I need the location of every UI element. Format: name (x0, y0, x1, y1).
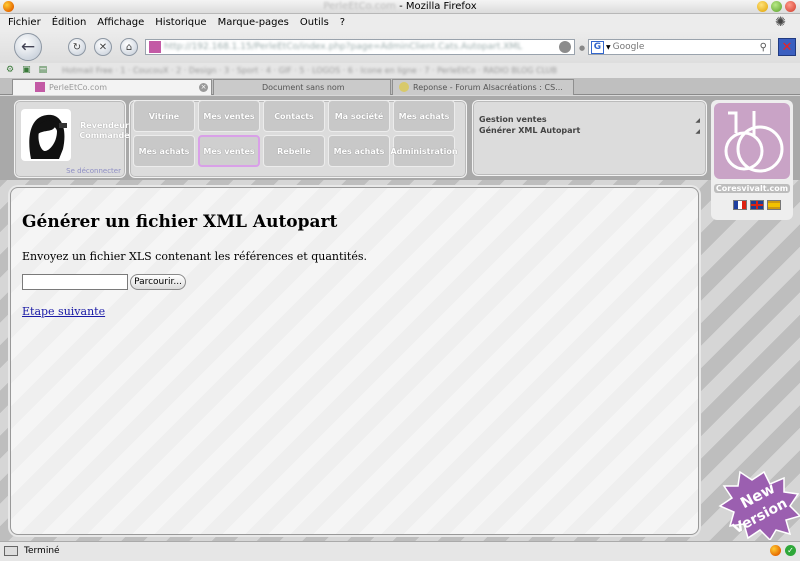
url-bar[interactable]: http://192.168.1.15/PerleEtCo/index.php?… (145, 39, 575, 55)
avatar (21, 109, 71, 161)
menu-fichier[interactable]: Fichier (8, 17, 41, 28)
bookmark-page-icon[interactable]: ▤ (39, 65, 48, 75)
stop-button[interactable]: ✕ (94, 38, 112, 56)
google-engine-icon[interactable]: G (591, 40, 604, 54)
firefox-icon (3, 1, 14, 12)
tab-close-icon[interactable]: × (199, 83, 208, 92)
page-title: Générer un fichier XML Autopart (22, 212, 338, 232)
submenu-panel: Gestion ventes ◢ Générer XML Autopart ◢ (472, 100, 707, 176)
tab-favicon-icon (399, 82, 409, 92)
menu-marque-pages[interactable]: Marque-pages (218, 17, 289, 28)
menu-historique[interactable]: Historique (155, 17, 206, 28)
maximize-icon[interactable] (771, 1, 782, 12)
new-version-badge: New Version (704, 470, 800, 542)
brand-logo[interactable] (714, 103, 790, 179)
status-icons: ✓ (770, 545, 796, 556)
reload-icon: ↻ (72, 41, 82, 53)
window-controls (757, 1, 796, 12)
home-button[interactable]: ⌂ (120, 38, 138, 56)
nav-vitrine[interactable]: Vitrine (133, 100, 195, 132)
submenu-arrow-icon: ◢ (695, 117, 700, 124)
extension-x-button[interactable]: ✕ (778, 38, 796, 56)
window-title-blurred: PerleEtCo.com (323, 1, 396, 12)
bookmarks-list[interactable]: Hotmail Free · 1 · CoucouX · 2 · Design … (62, 66, 557, 75)
starburst-badge-icon: New Version (718, 470, 800, 542)
status-text: Terminé (24, 546, 60, 556)
menu-help[interactable]: ? (340, 17, 345, 28)
go-icon[interactable] (559, 41, 571, 53)
tab-label: Reponse - Forum Alsacréations : CS... (413, 83, 563, 92)
status-bar: Terminé ✓ (0, 541, 800, 561)
browse-button[interactable]: Parcourir... (130, 274, 186, 290)
tab-forum-alsacreations[interactable]: Reponse - Forum Alsacréations : CS... (392, 79, 574, 95)
nav-mes-ventes-selected[interactable]: Mes ventes (198, 135, 260, 167)
stop-icon: ✕ (98, 41, 108, 53)
brand-logo-icon (724, 111, 784, 173)
menu-edition[interactable]: Édition (52, 17, 87, 28)
nav-contacts[interactable]: Contacts (263, 100, 325, 132)
back-arrow-icon: ← (20, 37, 36, 57)
nav-administration[interactable]: Administration (390, 135, 458, 167)
extension-x-icon: ✕ (781, 39, 793, 55)
menu-outils[interactable]: Outils (300, 17, 329, 28)
engine-dropdown-icon[interactable]: ▼ (606, 44, 611, 51)
brand-name: Coresvivalt.com (714, 184, 790, 193)
tab-strip: PerleEtCo.com × Document sans nom Repons… (0, 78, 800, 95)
window-titlebar: PerleEtCo.com - Mozilla Firefox (0, 0, 800, 14)
avatar-portrait-icon (29, 114, 67, 159)
main-navigation: Vitrine Mes ventes Contacts Ma société M… (133, 100, 463, 178)
back-button[interactable]: ← (14, 33, 42, 61)
minimize-icon[interactable] (757, 1, 768, 12)
nav-ma-societe[interactable]: Ma société (328, 100, 390, 132)
user-panel: Revendeur Commande Se déconnecter (14, 100, 130, 178)
menu-bar: Fichier Édition Affichage Historique Mar… (0, 14, 800, 31)
page-description: Envoyez un fichier XLS contenant les réf… (22, 250, 367, 263)
tab-document-sans-nom[interactable]: Document sans nom (213, 79, 391, 95)
nav-rebelle[interactable]: Rebelle (263, 135, 325, 167)
search-input[interactable] (612, 42, 760, 52)
toolbar-separator: ● (579, 44, 586, 52)
main-content: Générer un fichier XML Autopart Envoyez … (10, 187, 699, 535)
firefox-status-icon[interactable] (770, 545, 781, 556)
search-icon[interactable]: ⚲ (760, 42, 767, 53)
submenu-gestion-ventes[interactable]: Gestion ventes (479, 115, 547, 124)
next-step-link[interactable]: Etape suivante (22, 305, 105, 318)
bookmark-folder-icon[interactable]: ▣ (22, 65, 31, 75)
tab-perleetco[interactable]: PerleEtCo.com × (12, 79, 212, 95)
tab-label: PerleEtCo.com (49, 83, 108, 92)
url-text: http://192.168.1.15/PerleEtCo/index.php?… (164, 42, 523, 52)
submenu-generer-xml[interactable]: Générer XML Autopart (479, 126, 580, 135)
flag-fr-icon[interactable] (733, 200, 747, 210)
flag-gb-icon[interactable] (750, 200, 764, 210)
tab-favicon-icon (35, 82, 45, 92)
nav-mes-achats-2[interactable]: Mes achats (133, 135, 195, 167)
activity-throbber-icon: ✺ (775, 15, 786, 30)
nav-mes-achats[interactable]: Mes achats (393, 100, 455, 132)
site-favicon-icon (149, 41, 161, 53)
flag-es-icon[interactable] (767, 200, 781, 210)
navigation-toolbar: ← ↻ ✕ ⌂ http://192.168.1.15/PerleEtCo/in… (0, 31, 800, 63)
logout-link[interactable]: Se déconnecter (66, 167, 121, 175)
reload-button[interactable]: ↻ (68, 38, 86, 56)
bookmark-icons: ⚙ ▣ ▤ (6, 65, 47, 75)
settings-gear-icon[interactable]: ⚙ (6, 65, 14, 75)
home-icon: ⌂ (125, 41, 133, 53)
bookmarks-toolbar: ⚙ ▣ ▤ Hotmail Free · 1 · CoucouX · 2 · D… (0, 63, 800, 78)
file-path-input[interactable] (22, 274, 128, 290)
submenu-arrow-icon: ◢ (695, 128, 700, 135)
search-bar[interactable]: G ▼ ⚲ (588, 39, 771, 55)
window-title: - Mozilla Firefox (395, 1, 477, 12)
nav-mes-achats-3[interactable]: Mes achats (328, 135, 390, 167)
user-role-label: Revendeur Commande (79, 121, 130, 140)
tab-label: Document sans nom (262, 83, 345, 92)
check-ok-icon[interactable]: ✓ (785, 545, 796, 556)
nav-mes-ventes[interactable]: Mes ventes (198, 100, 260, 132)
close-window-icon[interactable] (785, 1, 796, 12)
site-viewport: Revendeur Commande Se déconnecter Vitrin… (0, 96, 800, 542)
brand-panel: Coresvivalt.com (711, 100, 793, 220)
language-selector (733, 200, 781, 210)
status-page-icon (4, 546, 18, 556)
menu-affichage[interactable]: Affichage (97, 17, 144, 28)
